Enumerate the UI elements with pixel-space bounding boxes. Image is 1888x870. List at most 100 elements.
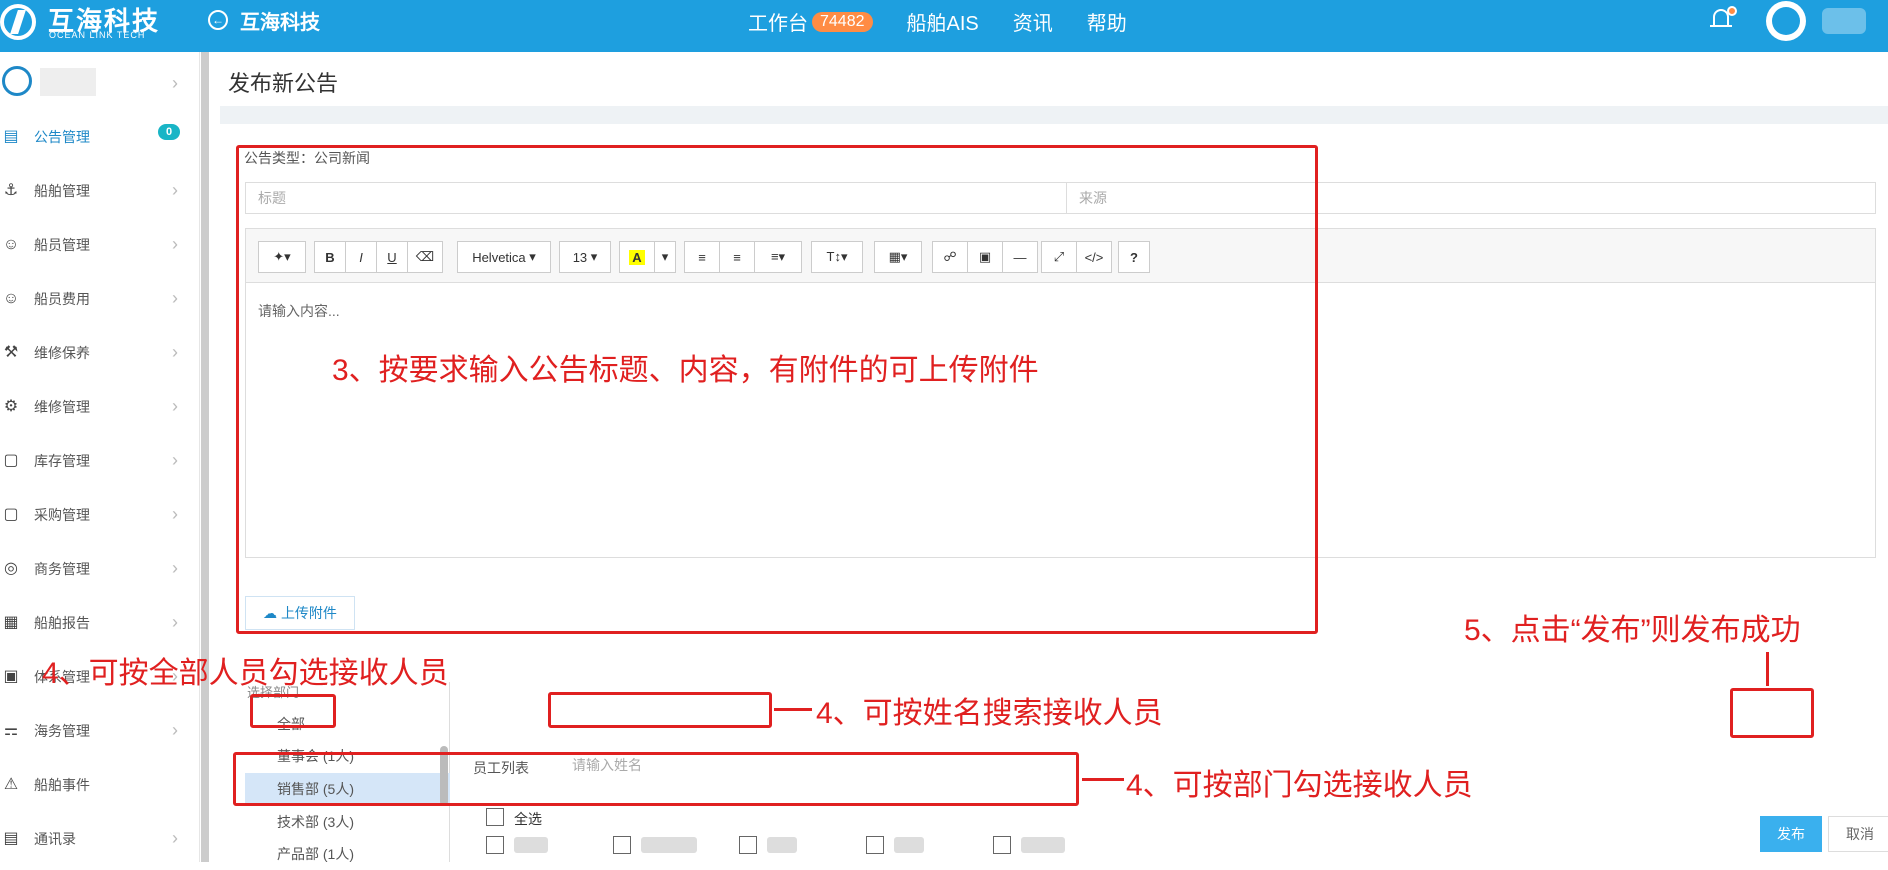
person-icon: ☺: [2, 290, 20, 307]
department-item[interactable]: 产品部 (1人): [245, 838, 450, 870]
cancel-button[interactable]: 取消: [1828, 816, 1888, 852]
annotation-step4-name: 4、可按姓名搜索接收人员: [816, 697, 1163, 730]
sidebar-item-maintenance[interactable]: ⚒ 维修保养 ›: [0, 326, 200, 380]
employee-checkbox[interactable]: [866, 836, 884, 854]
annotation-box-editor: [236, 145, 1318, 634]
sidebar-item-label: 船舶管理: [34, 183, 90, 199]
sidebar-item-ships[interactable]: ⚓ 船舶管理 ›: [0, 164, 200, 218]
annotation-box-all: [250, 694, 336, 728]
sidebar-item-label: 船员费用: [34, 291, 90, 307]
employee-name-blurred: [894, 837, 924, 853]
annotation-step4-all: 4、可按全部人员勾选接收人员: [42, 657, 449, 690]
sidebar-item-label: 海务管理: [34, 723, 90, 739]
back-link[interactable]: ← 互海科技: [208, 6, 320, 34]
page-title: 发布新公告: [228, 71, 339, 96]
chevron-right-icon: ›: [172, 558, 178, 578]
annotation-arrow: [1082, 778, 1124, 781]
chevron-right-icon: ›: [172, 288, 178, 308]
nav-workbench-label: 工作台: [748, 13, 808, 35]
sidebar-item-repairs[interactable]: ⚙ 维修管理 ›: [0, 380, 200, 434]
nav-news-label: 资讯: [1012, 13, 1053, 35]
employee-name-blurred: [1021, 837, 1065, 853]
back-link-label: 互海科技: [240, 11, 320, 34]
signpost-icon: ⚎: [3, 722, 19, 739]
sidebar-item-label: 船舶报告: [34, 615, 90, 631]
sidebar-item-events[interactable]: ⚠ 船舶事件: [0, 758, 200, 812]
annotation-arrow: [1766, 652, 1769, 686]
user-avatar[interactable]: [1766, 1, 1806, 41]
employee-name-blurred: [514, 837, 548, 853]
nav-news[interactable]: 资讯: [1013, 7, 1053, 36]
employee-checkbox[interactable]: [993, 836, 1011, 854]
annotation-box-publish: [1730, 688, 1814, 738]
announcement-count-badge: 0: [158, 124, 181, 140]
sidebar-item-inventory[interactable]: ▢ 库存管理 ›: [0, 434, 200, 488]
globe-icon: ◎: [4, 560, 18, 577]
warning-icon: ⚠: [3, 776, 19, 793]
annotation-box-search: [548, 692, 772, 728]
sidebar-item-label: 维修保养: [34, 345, 90, 361]
user-name-blurred: [40, 68, 96, 96]
chevron-right-icon: ›: [172, 612, 178, 632]
chevron-right-icon: ›: [172, 180, 178, 200]
employee-checkbox[interactable]: [739, 836, 757, 854]
calendar-icon: ▦: [3, 614, 19, 631]
nav-ais[interactable]: 船舶AIS: [907, 7, 979, 36]
chevron-right-icon: ›: [172, 73, 178, 93]
sidebar-item-reports[interactable]: ▦ 船舶报告 ›: [0, 596, 200, 650]
bell-icon[interactable]: [1710, 6, 1737, 32]
annotation-arrow: [774, 708, 812, 711]
employee-checkbox[interactable]: [613, 836, 631, 854]
annotation-step3: 3、按要求输入公告标题、内容，有附件的可上传附件: [332, 354, 1039, 387]
back-arrow-icon: ←: [208, 10, 228, 30]
department-item[interactable]: 技术部 (3人): [245, 806, 450, 838]
contacts-icon: ▤: [3, 830, 19, 847]
select-all-checkbox[interactable]: [486, 808, 504, 826]
sidebar-item-crew-costs[interactable]: ☺ 船员费用 ›: [0, 272, 200, 326]
document-icon: ▣: [3, 668, 19, 685]
nav-workbench[interactable]: 工作台 74482: [748, 7, 873, 36]
divider-band: [220, 106, 1888, 124]
sidebar-user[interactable]: ›: [0, 60, 200, 104]
sidebar-item-marine[interactable]: ⚎ 海务管理 ›: [0, 704, 200, 758]
chevron-right-icon: ›: [172, 720, 178, 740]
nav-help-label: 帮助: [1086, 13, 1127, 35]
sidebar-item-label: 商务管理: [34, 561, 90, 577]
top-bar: 互海科技 OCEAN LINK TECH ← 互海科技 工作台 74482 船舶…: [0, 0, 1888, 52]
publish-button[interactable]: 发布: [1760, 816, 1822, 852]
workbench-count-badge: 74482: [812, 11, 873, 32]
sidebar-item-business[interactable]: ◎ 商务管理 ›: [0, 542, 200, 596]
book-icon: ▤: [3, 128, 19, 145]
chevron-right-icon: ›: [172, 342, 178, 362]
top-nav: 工作台 74482 船舶AIS 资讯 帮助: [748, 7, 1161, 36]
sidebar-item-label: 船员管理: [34, 237, 90, 253]
user-name-blurred[interactable]: [1822, 8, 1866, 34]
annotation-step4-dept: 4、可按部门勾选接收人员: [1126, 769, 1473, 802]
employee-name-blurred: [767, 837, 797, 853]
chevron-right-icon: ›: [172, 450, 178, 470]
annotation-step5: 5、点击“发布”则发布成功: [1464, 614, 1801, 647]
sidebar-item-crew[interactable]: ☺ 船员管理 ›: [0, 218, 200, 272]
nav-ais-label: 船舶AIS: [906, 13, 979, 35]
nav-help[interactable]: 帮助: [1087, 7, 1127, 36]
annotation-box-dept: [233, 752, 1079, 806]
logo-subtitle: OCEAN LINK TECH: [49, 30, 146, 40]
employee-checkbox[interactable]: [486, 836, 504, 854]
select-all-label: 全选: [514, 811, 542, 827]
avatar: [2, 66, 32, 96]
page-title-bar: 发布新公告: [210, 52, 1888, 106]
hammer-icon: ⚒: [3, 344, 19, 361]
sidebar-item-purchasing[interactable]: ▢ 采购管理 ›: [0, 488, 200, 542]
sidebar-item-label: 库存管理: [34, 453, 90, 469]
sidebar-item-label: 公告管理: [34, 129, 90, 145]
sidebar-item-label: 船舶事件: [34, 777, 90, 793]
chevron-right-icon: ›: [172, 396, 178, 416]
person-icon: ☺: [2, 236, 20, 253]
bag-icon: ▢: [3, 506, 19, 523]
sidebar-item-contacts[interactable]: ▤ 通讯录 ›: [0, 812, 200, 866]
logo-icon: [0, 4, 36, 40]
chevron-right-icon: ›: [172, 828, 178, 848]
sidebar-item-label: 采购管理: [34, 507, 90, 523]
sidebar-item-announcements[interactable]: ▤ 公告管理 0: [0, 110, 200, 164]
sidebar-scrollbar[interactable]: [201, 52, 209, 862]
